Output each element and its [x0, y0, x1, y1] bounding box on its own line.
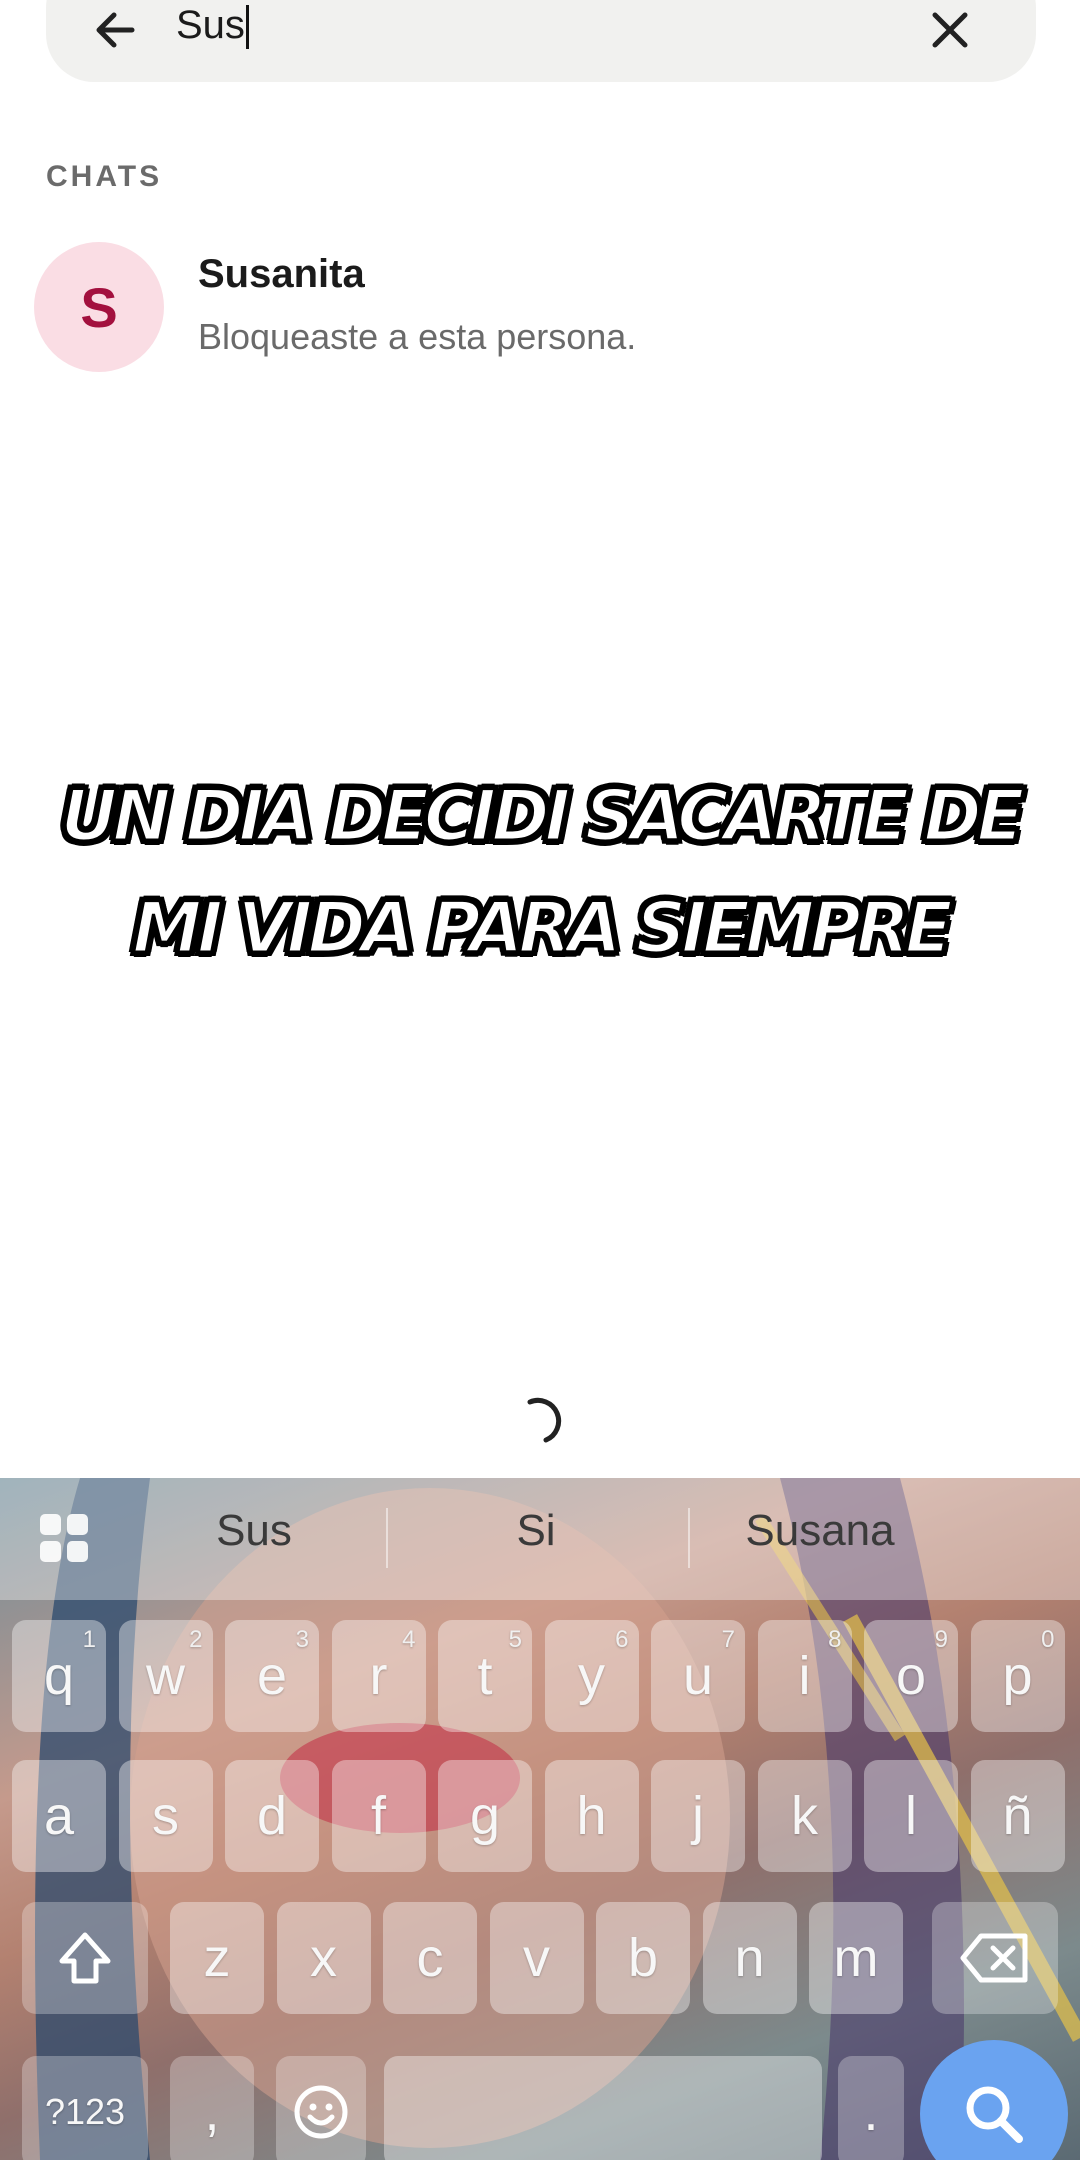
chat-result-row[interactable]: S Susanita Bloqueaste a esta persona.: [0, 232, 1080, 382]
key-k[interactable]: k: [757, 1760, 852, 1872]
key-number-hint: 1: [82, 1626, 96, 1653]
space-key[interactable]: [384, 2056, 822, 2160]
key-letter: u: [682, 1646, 714, 1706]
period-key[interactable]: .: [838, 2056, 904, 2160]
key-number-hint: 8: [828, 1626, 842, 1653]
key-v[interactable]: v: [489, 1902, 584, 2014]
key-letter: r: [369, 1646, 388, 1706]
search-query: Sus: [176, 3, 245, 47]
avatar: S: [34, 242, 164, 372]
caption-line-2: MI VIDA PARA SIEMPRE: [131, 886, 954, 971]
key-d[interactable]: d: [225, 1760, 319, 1872]
search-bar: Sus: [46, 0, 1036, 82]
key-h[interactable]: h: [544, 1760, 639, 1872]
key-letter: p: [1002, 1646, 1033, 1706]
suggestion-2[interactable]: Si: [406, 1506, 666, 1556]
backspace-icon: [960, 1933, 1028, 1983]
key-n[interactable]: n: [702, 1902, 797, 2014]
key-c[interactable]: c: [383, 1902, 477, 2014]
key-number-hint: 2: [189, 1626, 203, 1653]
key-x[interactable]: x: [276, 1902, 371, 2014]
key-t[interactable]: t5: [438, 1620, 532, 1732]
suggestion-divider: [386, 1508, 388, 1568]
key-letter: w: [146, 1646, 185, 1706]
key-s[interactable]: s: [118, 1760, 213, 1872]
key-l[interactable]: l: [864, 1760, 958, 1872]
suggestion-1[interactable]: Sus: [124, 1506, 384, 1556]
key-e[interactable]: e3: [225, 1620, 319, 1732]
key-number-hint: 5: [508, 1626, 522, 1653]
arrow-left-icon: [96, 12, 135, 48]
key-y[interactable]: y6: [544, 1620, 639, 1732]
search-input[interactable]: Sus: [176, 2, 249, 50]
apps-grid-icon[interactable]: [38, 1512, 90, 1564]
key-m[interactable]: m: [809, 1902, 903, 2014]
loading-spinner-icon: [527, 1397, 562, 1443]
key-a[interactable]: a: [12, 1760, 106, 1872]
section-header-chats: CHATS: [46, 160, 163, 193]
key-j[interactable]: j: [651, 1760, 745, 1872]
key-number-hint: 0: [1041, 1626, 1055, 1653]
key-b[interactable]: b: [596, 1902, 690, 2014]
key-number-hint: 4: [402, 1626, 416, 1653]
key-letter: t: [477, 1646, 493, 1706]
key-q[interactable]: q1: [12, 1620, 106, 1732]
key-z[interactable]: z: [170, 1902, 264, 2014]
key-number-hint: 6: [615, 1626, 629, 1653]
text-caret: [245, 5, 249, 50]
key-o[interactable]: o9: [864, 1620, 958, 1732]
suggestion-3[interactable]: Susana: [690, 1506, 950, 1556]
emoji-key[interactable]: [276, 2056, 366, 2160]
search-icon: [966, 2086, 1023, 2143]
key-letter: i: [798, 1646, 811, 1706]
key-ñ[interactable]: ñ: [970, 1760, 1065, 1872]
key-number-hint: 9: [934, 1626, 948, 1653]
back-button[interactable]: [84, 0, 148, 62]
clear-search-button[interactable]: [918, 0, 982, 62]
chat-preview: Bloqueaste a esta persona.: [198, 316, 637, 357]
key-p[interactable]: p0: [970, 1620, 1065, 1732]
backspace-key[interactable]: [932, 1902, 1058, 2014]
chat-name: Susanita: [198, 252, 365, 296]
key-number-hint: 7: [721, 1626, 735, 1653]
key-letter: y: [578, 1646, 605, 1706]
emoji-icon: [294, 2085, 348, 2139]
suggestion-strip: Sus Si Susana: [0, 1478, 1080, 1600]
key-letter: o: [895, 1646, 927, 1706]
onscreen-keyboard: Sus Si Susana q1w2e3r4t5y6u7i8o9p0asdfgh…: [0, 1478, 1080, 2160]
shift-key[interactable]: [22, 1902, 148, 2014]
video-caption: UN DIA DECIDI SACARTE DE MI VIDA PARA SI…: [0, 760, 1080, 984]
close-icon: [932, 12, 968, 48]
shift-icon: [59, 1932, 111, 1984]
key-letter: e: [256, 1646, 288, 1706]
key-i[interactable]: i8: [757, 1620, 852, 1732]
symbols-key[interactable]: ?123: [22, 2056, 148, 2160]
key-u[interactable]: u7: [651, 1620, 745, 1732]
key-letter: q: [43, 1646, 75, 1706]
key-w[interactable]: w2: [118, 1620, 213, 1732]
comma-key[interactable]: ,: [170, 2056, 254, 2160]
key-number-hint: 3: [295, 1626, 309, 1653]
key-f[interactable]: f: [331, 1760, 426, 1872]
key-r[interactable]: r4: [331, 1620, 426, 1732]
key-g[interactable]: g: [438, 1760, 532, 1872]
caption-line-1: UN DIA DECIDI SACARTE DE: [59, 774, 1026, 859]
